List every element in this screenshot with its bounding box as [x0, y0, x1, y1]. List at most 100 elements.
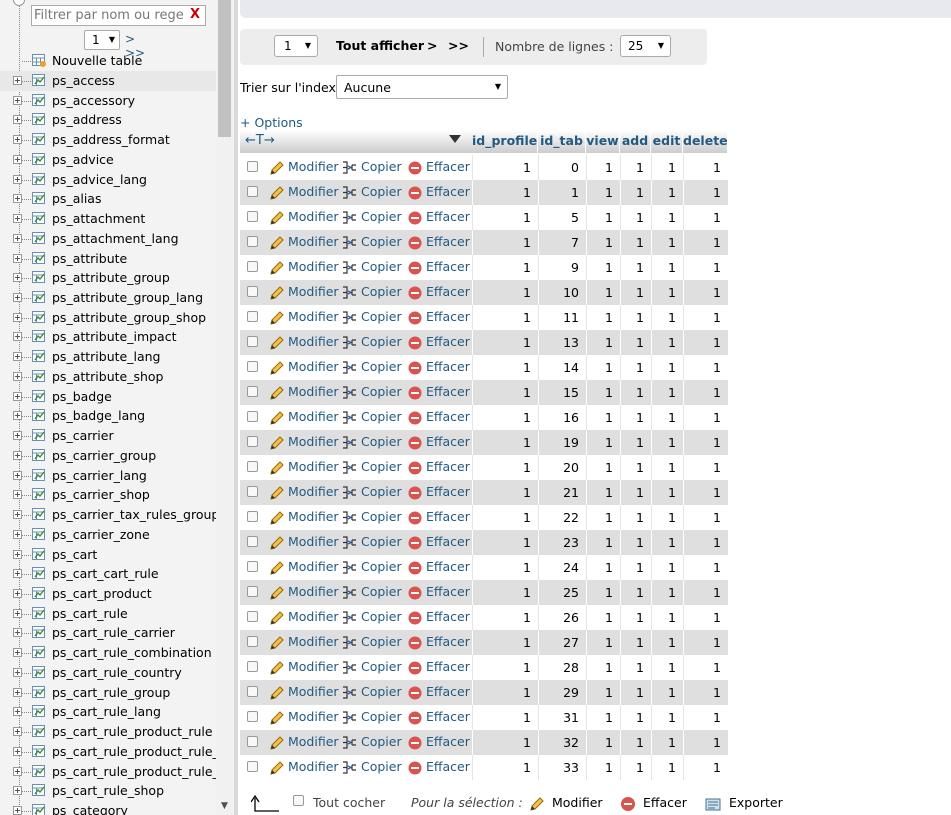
- expand-plus-icon[interactable]: [13, 194, 22, 204]
- table-structure-icon[interactable]: [32, 725, 46, 738]
- row-checkbox[interactable]: [247, 586, 258, 597]
- cell-id-profile[interactable]: 1: [472, 580, 538, 605]
- cell-add[interactable]: 1: [620, 705, 651, 730]
- cell-add[interactable]: 1: [620, 230, 651, 255]
- cell-edit[interactable]: 1: [651, 655, 683, 680]
- table-structure-icon[interactable]: [32, 113, 46, 126]
- cell-add[interactable]: 1: [620, 355, 651, 380]
- table-name-link[interactable]: ps_alias: [52, 189, 101, 209]
- cell-edit[interactable]: 1: [651, 580, 683, 605]
- expand-plus-icon[interactable]: [13, 608, 22, 618]
- cell-add[interactable]: 1: [620, 755, 651, 780]
- table-tree-item[interactable]: ps_carrier_group: [0, 446, 216, 466]
- cell-add[interactable]: 1: [620, 205, 651, 230]
- table-name-link[interactable]: ps_attribute_group: [52, 268, 170, 288]
- row-checkbox[interactable]: [247, 236, 258, 247]
- cell-id-tab[interactable]: 14: [538, 355, 586, 380]
- table-name-link[interactable]: ps_attribute_group_lang: [52, 288, 203, 308]
- table-name-link[interactable]: ps_badge: [52, 387, 112, 407]
- cell-id-profile[interactable]: 1: [472, 730, 538, 755]
- expand-plus-icon[interactable]: [13, 293, 22, 303]
- new-table-item[interactable]: Nouvelle table: [0, 51, 216, 71]
- table-structure-icon[interactable]: [32, 448, 46, 462]
- table-structure-icon[interactable]: [32, 705, 46, 718]
- table-name-link[interactable]: ps_cart_product: [52, 584, 152, 604]
- cell-edit[interactable]: 1: [651, 180, 683, 205]
- table-name-link[interactable]: ps_cart_rule_shop: [52, 781, 164, 801]
- table-structure-icon[interactable]: [32, 93, 46, 107]
- cell-edit[interactable]: 1: [651, 505, 683, 530]
- table-name-link[interactable]: ps_cart_rule_product_rule_v: [52, 762, 226, 782]
- table-structure-icon[interactable]: [32, 172, 46, 186]
- table-name-link[interactable]: ps_cart_rule: [52, 604, 128, 624]
- cell-id-tab[interactable]: 32: [538, 730, 586, 755]
- cell-delete[interactable]: 1: [683, 555, 728, 580]
- expand-plus-icon[interactable]: [13, 648, 22, 658]
- expand-plus-icon[interactable]: [13, 766, 22, 776]
- cell-view[interactable]: 1: [586, 730, 620, 755]
- row-checkbox[interactable]: [247, 161, 258, 172]
- row-checkbox[interactable]: [247, 511, 258, 522]
- cell-id-profile[interactable]: 1: [472, 155, 538, 180]
- cell-id-profile[interactable]: 1: [472, 655, 538, 680]
- cell-delete[interactable]: 1: [683, 680, 728, 705]
- table-name-link[interactable]: ps_carrier_lang: [52, 466, 147, 486]
- cell-view[interactable]: 1: [586, 480, 620, 505]
- expand-plus-icon[interactable]: [13, 746, 22, 756]
- cell-id-tab[interactable]: 0: [538, 155, 586, 180]
- cell-edit[interactable]: 1: [651, 380, 683, 405]
- table-structure-icon[interactable]: [32, 547, 46, 561]
- table-tree-item[interactable]: ps_advice: [0, 150, 216, 170]
- sort-dropdown-arrow-icon[interactable]: [449, 135, 461, 143]
- page-select[interactable]: 1 ▼: [274, 35, 318, 57]
- table-tree-item[interactable]: ps_cart_cart_rule: [0, 564, 216, 584]
- next-page-button[interactable]: >: [427, 38, 437, 53]
- expand-plus-icon[interactable]: [13, 727, 22, 737]
- expand-plus-icon[interactable]: [13, 391, 22, 401]
- cell-edit[interactable]: 1: [651, 405, 683, 430]
- cell-view[interactable]: 1: [586, 380, 620, 405]
- check-all-checkbox[interactable]: [293, 795, 304, 806]
- table-name-link[interactable]: ps_cart_rule_group: [52, 683, 170, 703]
- row-checkbox[interactable]: [247, 361, 258, 372]
- expand-plus-icon[interactable]: [13, 628, 22, 638]
- table-structure-icon[interactable]: [32, 685, 46, 699]
- expand-plus-icon[interactable]: [13, 588, 22, 598]
- row-checkbox[interactable]: [247, 461, 258, 472]
- cell-add[interactable]: 1: [620, 430, 651, 455]
- table-tree-item[interactable]: ps_cart_rule_product_rule_v: [0, 762, 226, 782]
- table-structure-icon[interactable]: [32, 804, 46, 815]
- cell-id-tab[interactable]: 19: [538, 430, 586, 455]
- column-header-edit[interactable]: edit: [651, 130, 683, 153]
- table-name-link[interactable]: ps_cart_rule_product_rule_g: [52, 742, 227, 762]
- cell-view[interactable]: 1: [586, 505, 620, 530]
- table-name-link[interactable]: ps_address: [52, 110, 122, 130]
- table-name-link[interactable]: ps_category: [52, 801, 128, 815]
- cell-delete[interactable]: 1: [683, 630, 728, 655]
- table-name-link[interactable]: ps_attribute_lang: [52, 347, 160, 367]
- panel-resizer[interactable]: [234, 0, 238, 815]
- cell-delete[interactable]: 1: [683, 455, 728, 480]
- table-tree-item[interactable]: ps_cart: [0, 545, 216, 565]
- table-name-link[interactable]: ps_carrier_tax_rules_group_: [52, 505, 226, 525]
- cell-id-tab[interactable]: 1: [538, 180, 586, 205]
- table-tree-item[interactable]: ps_accessory: [0, 91, 216, 111]
- cell-id-tab[interactable]: 5: [538, 205, 586, 230]
- table-structure-icon[interactable]: [32, 369, 46, 383]
- column-header-add[interactable]: add: [620, 130, 651, 153]
- expand-plus-icon[interactable]: [13, 806, 22, 815]
- expand-plus-icon[interactable]: [13, 95, 22, 105]
- cell-id-tab[interactable]: 21: [538, 480, 586, 505]
- table-name-link[interactable]: ps_access: [52, 71, 115, 91]
- cell-id-tab[interactable]: 23: [538, 530, 586, 555]
- table-name-link[interactable]: ps_badge_lang: [52, 406, 145, 426]
- options-link[interactable]: + Options: [240, 115, 303, 130]
- show-all-button[interactable]: Tout afficher: [336, 38, 424, 53]
- expand-plus-icon[interactable]: [13, 214, 22, 224]
- table-tree-item[interactable]: ps_cart_rule_carrier: [0, 623, 216, 643]
- expand-plus-icon[interactable]: [13, 450, 22, 460]
- expand-plus-icon[interactable]: [13, 667, 22, 677]
- cell-view[interactable]: 1: [586, 705, 620, 730]
- row-checkbox[interactable]: [247, 211, 258, 222]
- cell-view[interactable]: 1: [586, 455, 620, 480]
